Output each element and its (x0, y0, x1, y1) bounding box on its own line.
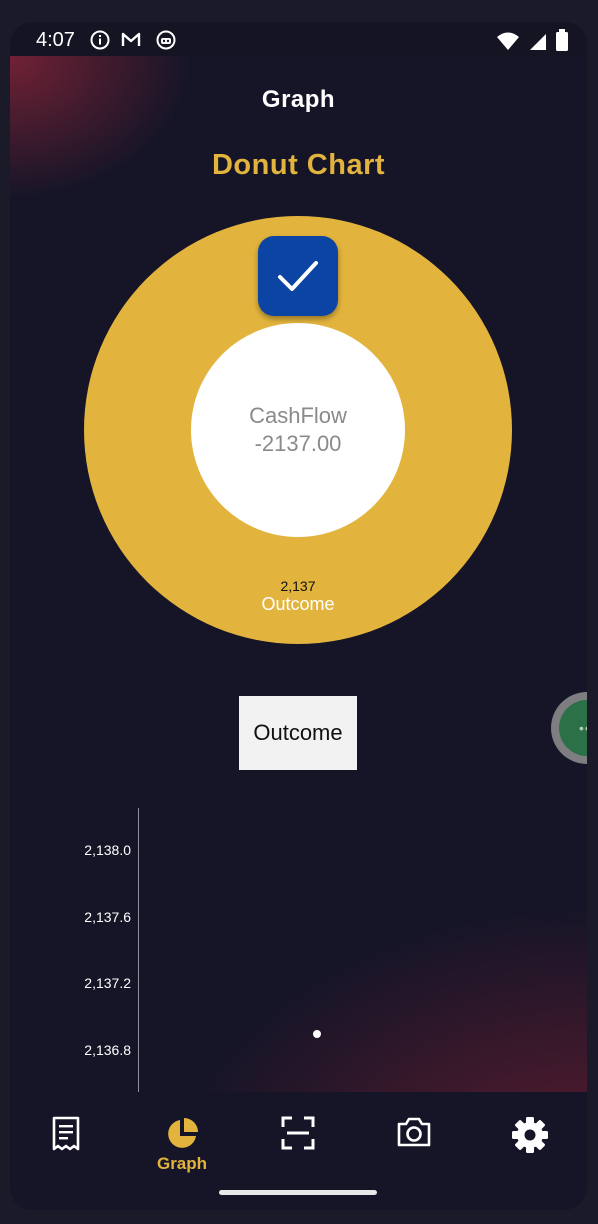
nav-item-camera[interactable] (374, 1116, 454, 1176)
home-indicator[interactable] (219, 1190, 377, 1195)
check-icon (278, 261, 318, 291)
center-value: -2137.00 (254, 431, 342, 456)
nav-item-receipts[interactable] (26, 1116, 106, 1176)
nav-item-settings[interactable] (490, 1116, 570, 1176)
y-tick-label: 2,138.0 (84, 841, 131, 858)
status-right-icons (493, 29, 569, 51)
more-icon: •• (579, 720, 587, 736)
bubble-inner: •• (559, 700, 587, 756)
camera-icon (397, 1117, 431, 1147)
slice-data-label: 2,137 (280, 578, 316, 594)
app-screen: 4:07 Graph Donut Chart CashFlow -2137.00… (10, 22, 587, 1210)
check-button[interactable] (258, 236, 338, 316)
legend-outcome-button[interactable]: Outcome (239, 696, 357, 770)
donut-center-text: CashFlow -2137.00 (191, 402, 405, 458)
scan-icon (281, 1116, 315, 1150)
y-tick-label: 2,137.2 (84, 975, 131, 992)
y-tick-label: 2,137.6 (84, 908, 131, 925)
status-bar: 4:07 (10, 22, 587, 56)
battery-icon (556, 29, 568, 51)
status-time: 4:07 (36, 29, 75, 51)
chart-title: Donut Chart (211, 149, 386, 181)
donut-chart: CashFlow -2137.00 2,137 Outcome (84, 216, 512, 644)
settings-icon (512, 1117, 548, 1153)
center-label: CashFlow (249, 403, 347, 428)
floating-bubble-button[interactable]: •• (551, 692, 587, 764)
gmail-icon (121, 32, 141, 46)
signal-icon (529, 34, 546, 50)
top-app-bar: Graph (10, 78, 587, 122)
info-icon (90, 30, 110, 50)
slice-category-label: Outcome (261, 594, 335, 614)
y-tick-label: 2,136.8 (84, 1042, 131, 1059)
receipt-icon (52, 1116, 80, 1151)
wifi-icon (497, 32, 520, 50)
bottom-nav: Graph (10, 1092, 587, 1210)
scatter-point[interactable] (313, 1029, 321, 1038)
pie-chart-icon (168, 1118, 198, 1148)
nav-item-graph[interactable]: Graph (142, 1116, 222, 1176)
page-title: Graph (261, 86, 336, 113)
nav-item-scan[interactable] (258, 1116, 338, 1176)
app-icon (156, 30, 176, 50)
y-axis-line (138, 808, 139, 1092)
nav-label-graph: Graph (156, 1154, 208, 1173)
